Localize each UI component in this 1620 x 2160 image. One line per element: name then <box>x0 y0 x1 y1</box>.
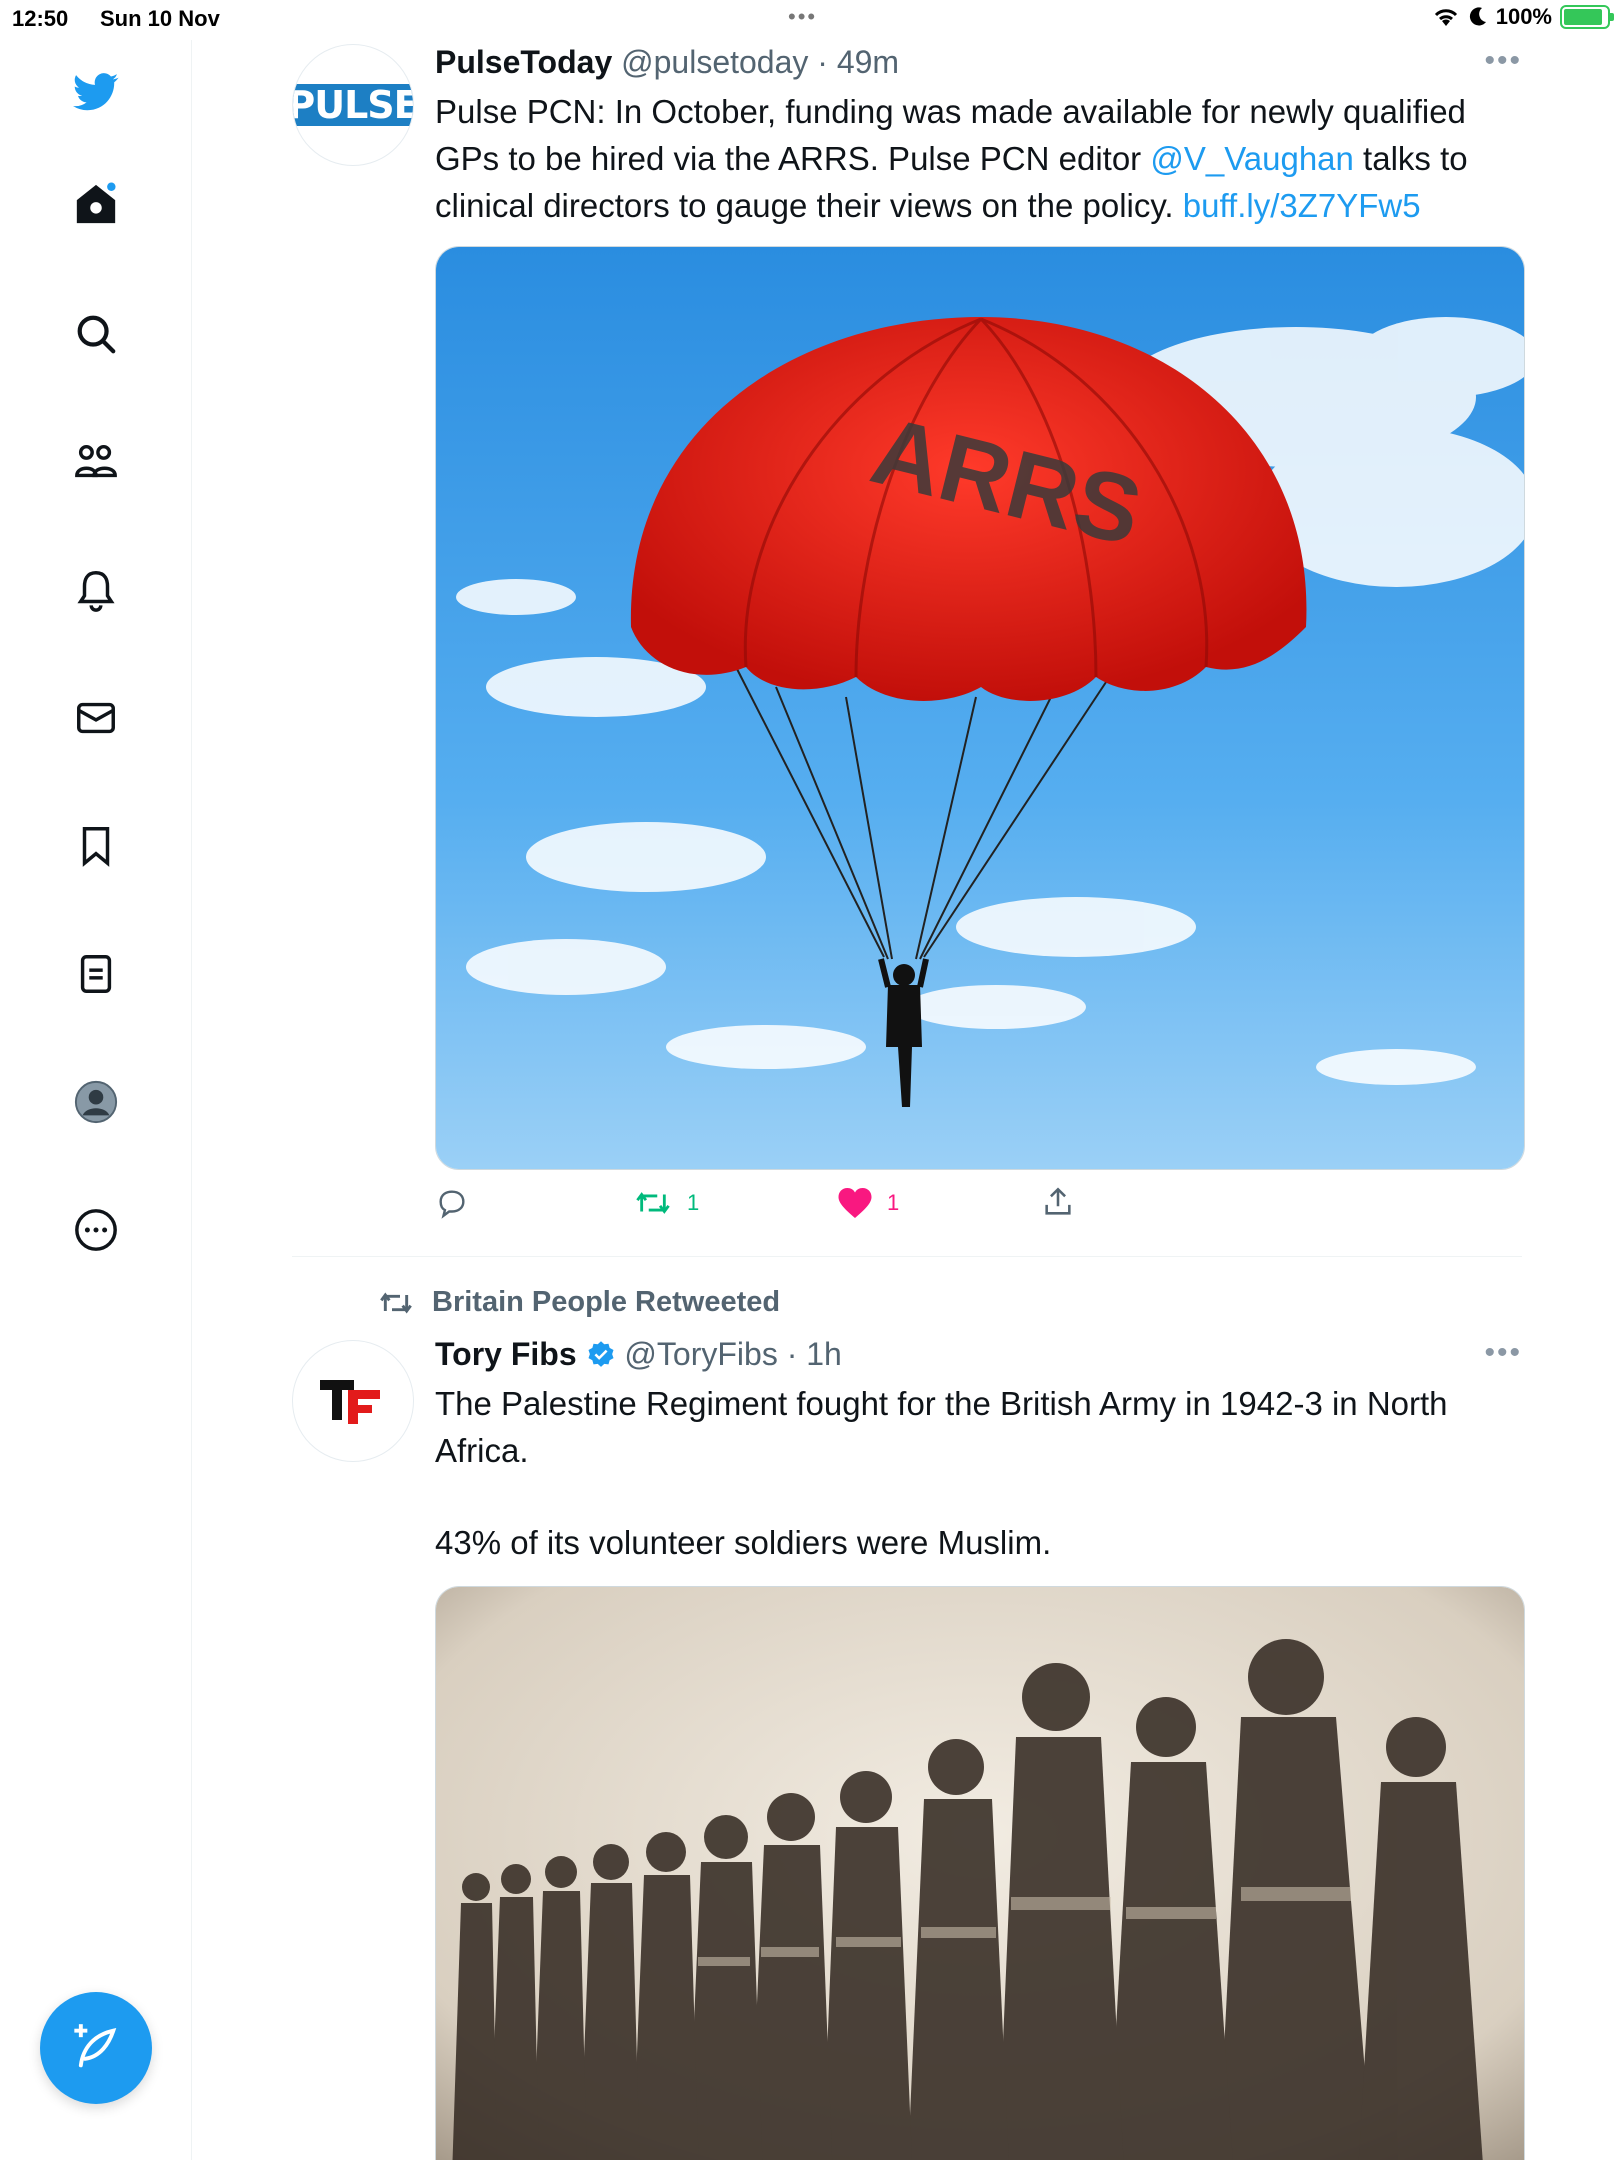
heart-icon <box>838 1188 872 1218</box>
tweet-text: The Palestine Regiment fought for the Br… <box>435 1380 1525 1566</box>
tweet-image-soldiers[interactable] <box>435 1586 1525 2160</box>
tory-fibs-logo <box>320 1380 380 1424</box>
more-icon[interactable] <box>68 1202 124 1258</box>
pulse-logo: PULSE <box>293 84 413 126</box>
tweet-text-line: 43% of its volunteer soldiers were Musli… <box>435 1524 1052 1561</box>
messages-icon[interactable] <box>68 690 124 746</box>
home-icon[interactable] <box>68 176 124 232</box>
tweet-time[interactable]: 49m <box>837 44 899 80</box>
status-bar: 12:50 Sun 10 Nov ••• 100% <box>0 0 1620 40</box>
moon-icon <box>1469 7 1486 26</box>
like-count: 1 <box>887 1190 900 1215</box>
tweet-time[interactable]: 1h <box>806 1336 842 1372</box>
reply-button[interactable] <box>435 1186 469 1220</box>
avatar[interactable]: PULSE <box>292 44 414 166</box>
tweet-more-icon[interactable]: ••• <box>1484 44 1522 78</box>
author-handle[interactable]: @pulsetoday <box>621 44 808 80</box>
mention-link[interactable]: @V_Vaughan <box>1150 140 1354 177</box>
tweet-more-icon[interactable]: ••• <box>1484 1336 1522 1370</box>
notifications-icon[interactable] <box>68 562 124 618</box>
like-button[interactable]: 1 <box>837 1186 899 1220</box>
tweet-pulsetoday[interactable]: PULSE PulseToday @pulsetoday · 49m ••• P… <box>292 44 1525 1256</box>
twitter-bird-icon[interactable] <box>68 64 124 120</box>
communities-icon[interactable] <box>68 434 124 490</box>
tweet-text-line: The Palestine Regiment fought for the Br… <box>435 1385 1448 1469</box>
share-icon <box>1045 1187 1071 1215</box>
battery-percent: 100% <box>1495 4 1552 29</box>
compose-tweet-icon <box>74 2024 117 2068</box>
dot-separator: · <box>777 1336 807 1372</box>
lists-icon[interactable] <box>68 946 124 1002</box>
retweeted-by-line[interactable]: Britain People Retweeted <box>376 1286 780 1319</box>
reply-icon <box>439 1190 465 1219</box>
avatar[interactable] <box>292 1340 414 1462</box>
retweet-button[interactable]: 1 <box>633 1186 699 1220</box>
status-time: 12:50 <box>12 6 69 31</box>
tweet-divider <box>292 1256 1522 1257</box>
search-icon[interactable] <box>68 306 124 362</box>
status-date: Sun 10 Nov <box>100 6 220 31</box>
tweet-header: PulseToday @pulsetoday · 49m <box>435 44 899 81</box>
profile-icon[interactable] <box>68 1074 124 1130</box>
dot-separator: · <box>808 44 837 80</box>
author-name[interactable]: Tory Fibs <box>435 1336 577 1372</box>
compose-tweet-button[interactable] <box>40 1992 152 2104</box>
tweet-toryfibs[interactable]: Tory Fibs @ToryFibs · 1h ••• The Palesti… <box>292 1336 1525 2160</box>
wifi-icon <box>1434 9 1457 26</box>
verified-badge-icon <box>588 1341 614 1367</box>
retweet-icon <box>636 1192 670 1214</box>
share-button[interactable] <box>1041 1184 1075 1220</box>
retweeted-by-text: Britain People Retweeted <box>432 1286 781 1318</box>
multitasking-dots-icon[interactable]: ••• <box>788 4 817 30</box>
battery-icon <box>1560 5 1614 29</box>
sidebar <box>0 40 192 2160</box>
bookmarks-icon[interactable] <box>68 818 124 874</box>
author-handle[interactable]: @ToryFibs <box>624 1336 777 1372</box>
url-link[interactable]: buff.ly/3Z7YFw5 <box>1183 187 1421 224</box>
author-name[interactable]: PulseToday <box>435 44 612 80</box>
tweet-text: Pulse PCN: In October, funding was made … <box>435 88 1525 229</box>
retweet-count: 1 <box>687 1190 700 1215</box>
retweet-small-icon <box>380 1292 412 1313</box>
tweet-header: Tory Fibs @ToryFibs · 1h <box>435 1336 842 1373</box>
tweet-image-parachute[interactable]: ARRS <box>435 246 1525 1170</box>
